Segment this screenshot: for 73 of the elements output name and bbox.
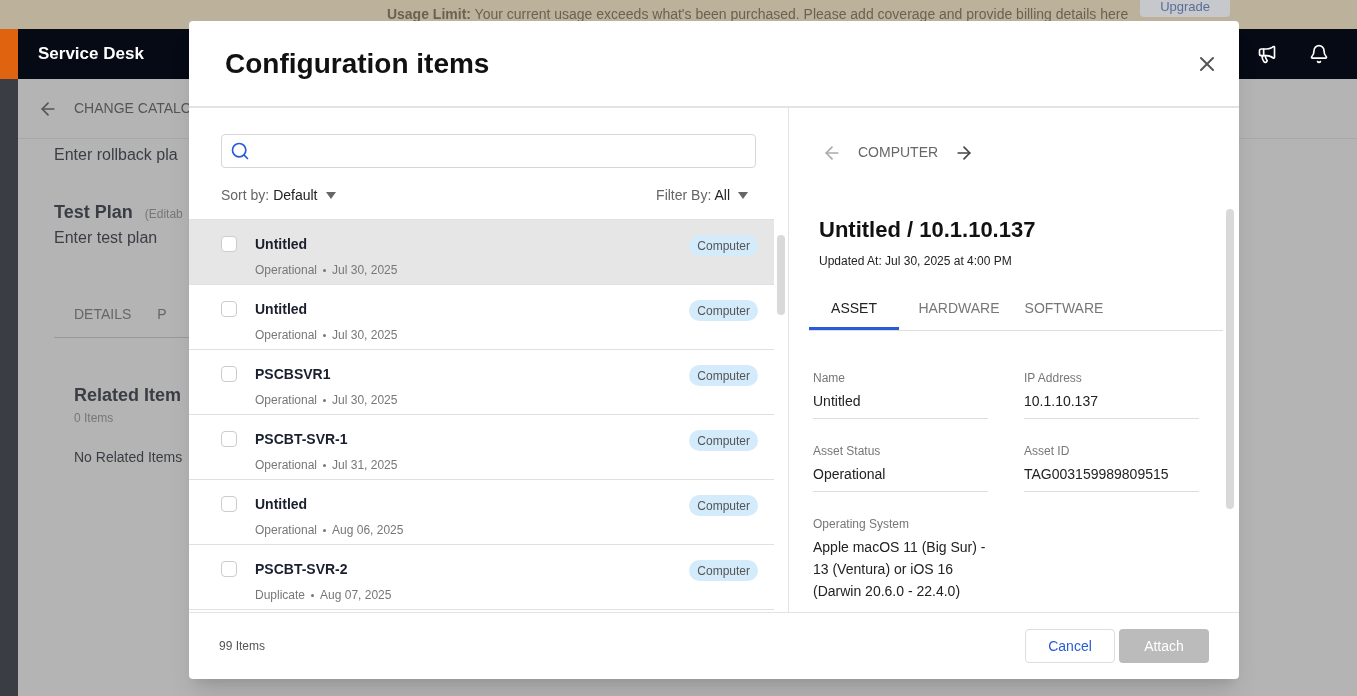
item-date: Jul 30, 2025 <box>332 262 398 279</box>
detail-tab[interactable]: SOFTWARE <box>1019 298 1109 330</box>
sort-dropdown[interactable]: Sort by: Default <box>221 185 336 206</box>
category-label: COMPUTER <box>858 143 939 162</box>
related-count: 0 Items <box>74 410 114 427</box>
field-label: IP Address <box>1024 370 1083 387</box>
item-date: Aug 06, 2025 <box>332 522 404 539</box>
related-title: Related Item <box>74 384 182 407</box>
editable-note: (Editab <box>144 206 183 223</box>
item-name: Untitled <box>255 235 309 254</box>
modal-title: Configuration items <box>225 46 490 81</box>
type-tag: Computer <box>689 430 758 451</box>
banner-text: Usage Limit: Your current usage exceeds what's been purchased. Please add coverage and provide billing details here <box>386 5 1129 23</box>
type-tag: Computer <box>689 235 758 256</box>
item-name: Untitled <box>255 495 309 514</box>
section-title: Test Plan <box>54 201 133 224</box>
field-value: Apple macOS 11 (Big Sur) - 13 (Ventura) or iOS 16 (Darwin 20.6.0 - 22.4.0) <box>813 538 987 601</box>
list-item[interactable]: PSCBT-SVR-2 Duplicate Aug 07, 2025 Computer <box>189 545 774 610</box>
logo-icon <box>0 29 18 79</box>
item-date: Jul 31, 2025 <box>332 457 398 474</box>
list-item[interactable]: Untitled Operational Aug 06, 2025 Computer <box>189 480 774 545</box>
field-value: 10.1.10.137 <box>1024 392 1099 411</box>
type-tag: Computer <box>689 560 758 581</box>
item-status: Operational <box>255 392 318 409</box>
item-status: Operational <box>255 522 318 539</box>
item-name: Untitled <box>255 300 309 319</box>
item-date: Jul 30, 2025 <box>332 327 398 344</box>
megaphone-icon[interactable] <box>1257 44 1277 64</box>
field-label: Name <box>813 370 846 387</box>
list-item[interactable]: Untitled Operational Jul 30, 2025 Computer <box>189 220 774 285</box>
dropdown-caret-icon <box>325 191 336 199</box>
checkbox[interactable] <box>221 366 237 382</box>
search-field[interactable] <box>221 134 756 168</box>
cancel-button[interactable]: Cancel <box>1025 629 1115 663</box>
field-value: TAG003159989809515 <box>1024 465 1170 484</box>
type-tag: Computer <box>689 300 758 321</box>
checkbox[interactable] <box>221 301 237 317</box>
detail-tab[interactable]: HARDWARE <box>914 298 1004 330</box>
checkbox[interactable] <box>221 561 237 577</box>
item-name: PSCBT-SVR-1 <box>255 430 349 449</box>
item-name: PSCBSVR1 <box>255 365 332 384</box>
type-tag: Computer <box>689 365 758 386</box>
list-item[interactable]: PSCBSVR1 Operational Jul 30, 2025 Computer <box>189 350 774 415</box>
rollback-plan-text: Enter rollback pla <box>54 145 178 165</box>
field-label: Asset Status <box>813 443 882 460</box>
item-status: Operational <box>255 262 318 279</box>
empty-message: No Related Items <box>74 448 183 467</box>
checkbox[interactable] <box>221 236 237 252</box>
item-name: PSCBT-SVR-2 <box>255 560 349 579</box>
field-label: Operating System <box>813 516 911 533</box>
filter-dropdown[interactable]: Filter By: All <box>656 185 756 206</box>
dropdown-caret-icon <box>738 191 748 199</box>
detail-tab[interactable]: ASSET <box>809 298 899 330</box>
detail-title: Untitled / 10.1.10.137 <box>819 216 1037 244</box>
field-label: Asset ID <box>1024 443 1071 460</box>
list-item[interactable]: PSCBT-SVR-1 Operational Jul 31, 2025 Computer <box>189 415 774 480</box>
item-date: Aug 07, 2025 <box>320 587 392 604</box>
list-item[interactable]: Untitled Operational Jul 30, 2025 Computer <box>189 285 774 350</box>
checkbox[interactable] <box>221 496 237 512</box>
type-tag: Computer <box>689 495 758 516</box>
notification-icon[interactable] <box>1309 44 1329 64</box>
updated-at: Updated At: Jul 30, 2025 at 4:00 PM <box>819 253 1013 270</box>
item-status: Operational <box>255 327 318 344</box>
item-count: 99 Items <box>219 638 266 655</box>
item-status: Operational <box>255 457 318 474</box>
item-date: Jul 30, 2025 <box>332 392 398 409</box>
item-status: Duplicate <box>255 587 306 604</box>
app-title: Service Desk <box>38 43 144 66</box>
search-icon <box>230 141 250 161</box>
checkbox[interactable] <box>221 431 237 447</box>
field-value: Untitled <box>813 392 862 411</box>
test-plan-text: Enter test plan <box>54 228 158 248</box>
field-value: Operational <box>813 465 887 484</box>
